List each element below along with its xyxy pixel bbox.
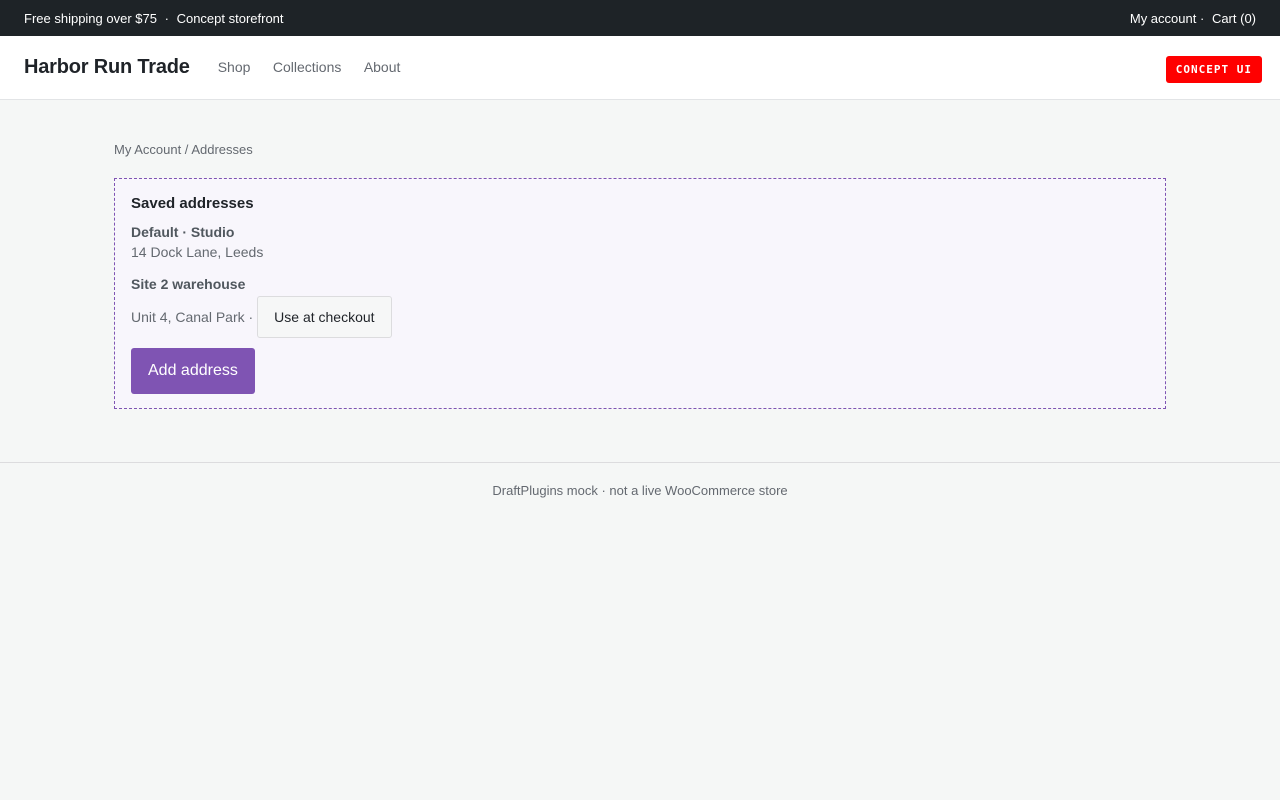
nav-about[interactable]: About xyxy=(364,59,401,75)
announcement-bar: Free shipping over $75 · Concept storefr… xyxy=(0,0,1280,36)
main-content: My Account / Addresses Saved addresses D… xyxy=(0,100,1280,409)
account-links: My account · Cart (0) xyxy=(1130,11,1256,26)
address-line: 14 Dock Lane, Leeds xyxy=(131,244,264,260)
address-line-row: Unit 4, Canal Park · Use at checkout xyxy=(131,296,1149,338)
address-item: Site 2 warehouse Unit 4, Canal Park · Us… xyxy=(131,276,1149,338)
main-nav: Shop Collections About xyxy=(218,59,419,77)
promo-suffix: Concept storefront xyxy=(176,10,284,26)
site-footer: DraftPlugins mock · not a live WooCommer… xyxy=(0,462,1280,498)
address-line: Unit 4, Canal Park · xyxy=(131,309,254,325)
breadcrumb: My Account / Addresses xyxy=(114,142,253,157)
add-address-button[interactable]: Add address xyxy=(131,348,255,394)
cart-link[interactable]: Cart (0) xyxy=(1212,11,1256,26)
my-account-link[interactable]: My account xyxy=(1130,11,1196,26)
use-at-checkout-button[interactable]: Use at checkout xyxy=(257,296,392,338)
address-label: Default · Studio xyxy=(131,224,235,240)
address-label: Site 2 warehouse xyxy=(131,276,246,292)
account-separator: · xyxy=(1199,10,1205,26)
promo-separator: · xyxy=(164,10,169,26)
address-item: Default · Studio 14 Dock Lane, Leeds xyxy=(131,224,1149,260)
footer-text: DraftPlugins mock · not a live WooCommer… xyxy=(492,483,788,498)
panel-title: Saved addresses xyxy=(131,195,254,212)
site-header: Harbor Run Trade Shop Collections About … xyxy=(0,36,1280,100)
nav-shop[interactable]: Shop xyxy=(218,59,251,75)
concept-ui-badge: CONCEPT UI xyxy=(1165,56,1262,83)
site-logo[interactable]: Harbor Run Trade xyxy=(24,56,190,79)
nav-collections[interactable]: Collections xyxy=(273,59,341,75)
announcement-text: Free shipping over $75 · Concept storefr… xyxy=(24,11,284,26)
promo-text: Free shipping over $75 xyxy=(24,10,157,26)
saved-addresses-panel: Saved addresses Default · Studio 14 Dock… xyxy=(114,178,1166,409)
